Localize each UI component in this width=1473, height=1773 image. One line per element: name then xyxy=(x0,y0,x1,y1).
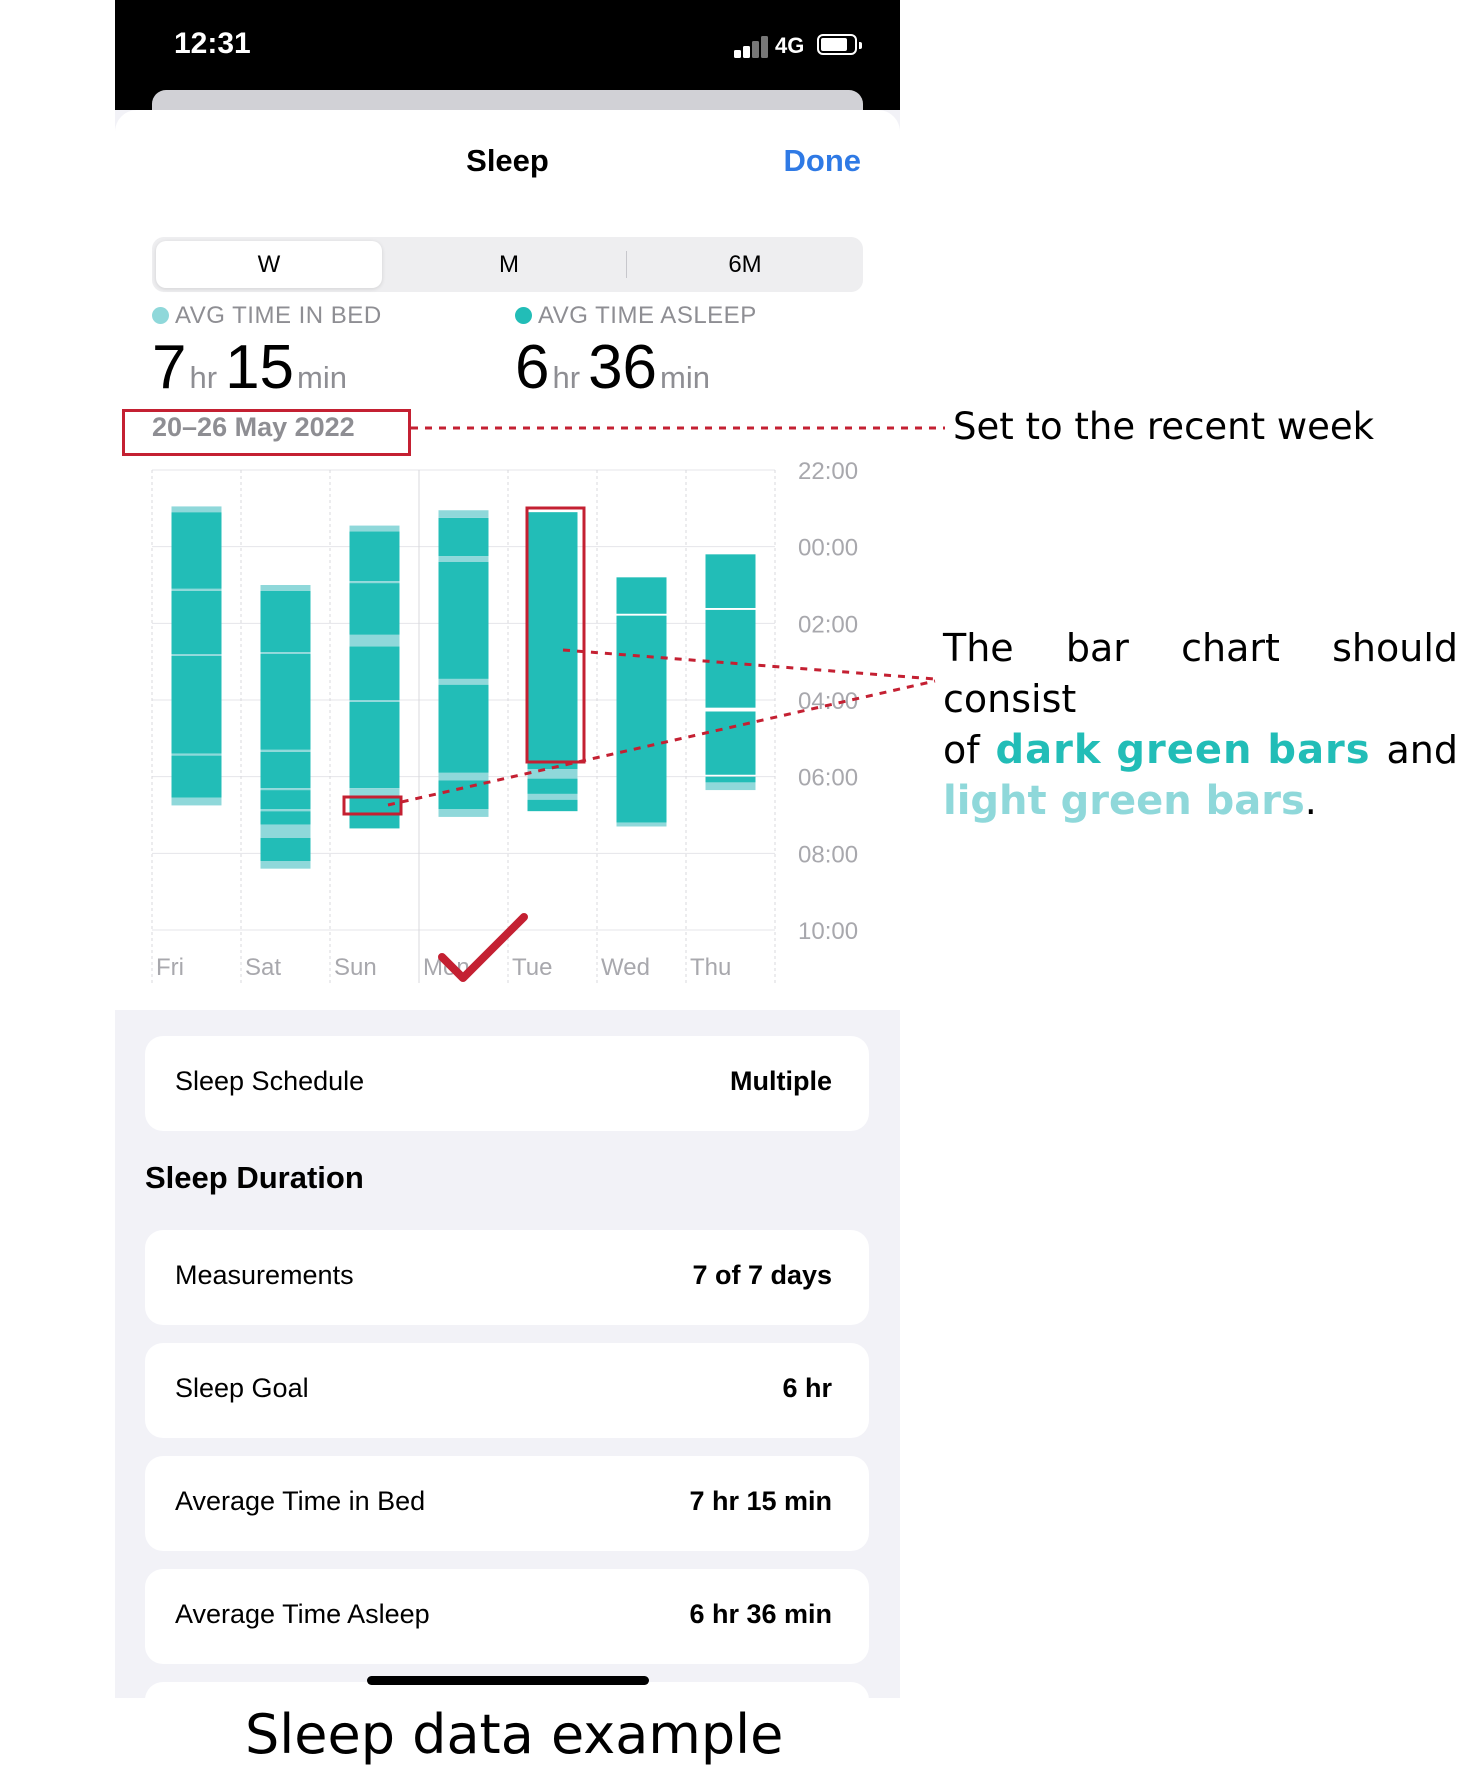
annotation-week-note: Set to the recent week xyxy=(953,405,1375,448)
annotation-dark-green-text: dark green bars xyxy=(995,727,1371,773)
checkmark-icon xyxy=(438,913,528,982)
dark-bar-pointer-line xyxy=(562,648,936,681)
annotation-bar-note-line3: light green bars. xyxy=(943,778,1317,824)
annotation-bar-note: The bar chart should consist of dark gre… xyxy=(943,623,1458,827)
light-bar-pointer-line xyxy=(387,679,936,807)
annotation-lines xyxy=(342,426,945,982)
annotation-light-green-text: light green bars xyxy=(943,778,1305,824)
dark-bar-highlight-box xyxy=(525,506,586,764)
annotation-bar-note-line1: The bar chart should consist xyxy=(943,626,1458,721)
caption: Sleep data example xyxy=(245,1703,784,1766)
annotation-bar-note-line2: of dark green bars and xyxy=(943,725,1458,776)
